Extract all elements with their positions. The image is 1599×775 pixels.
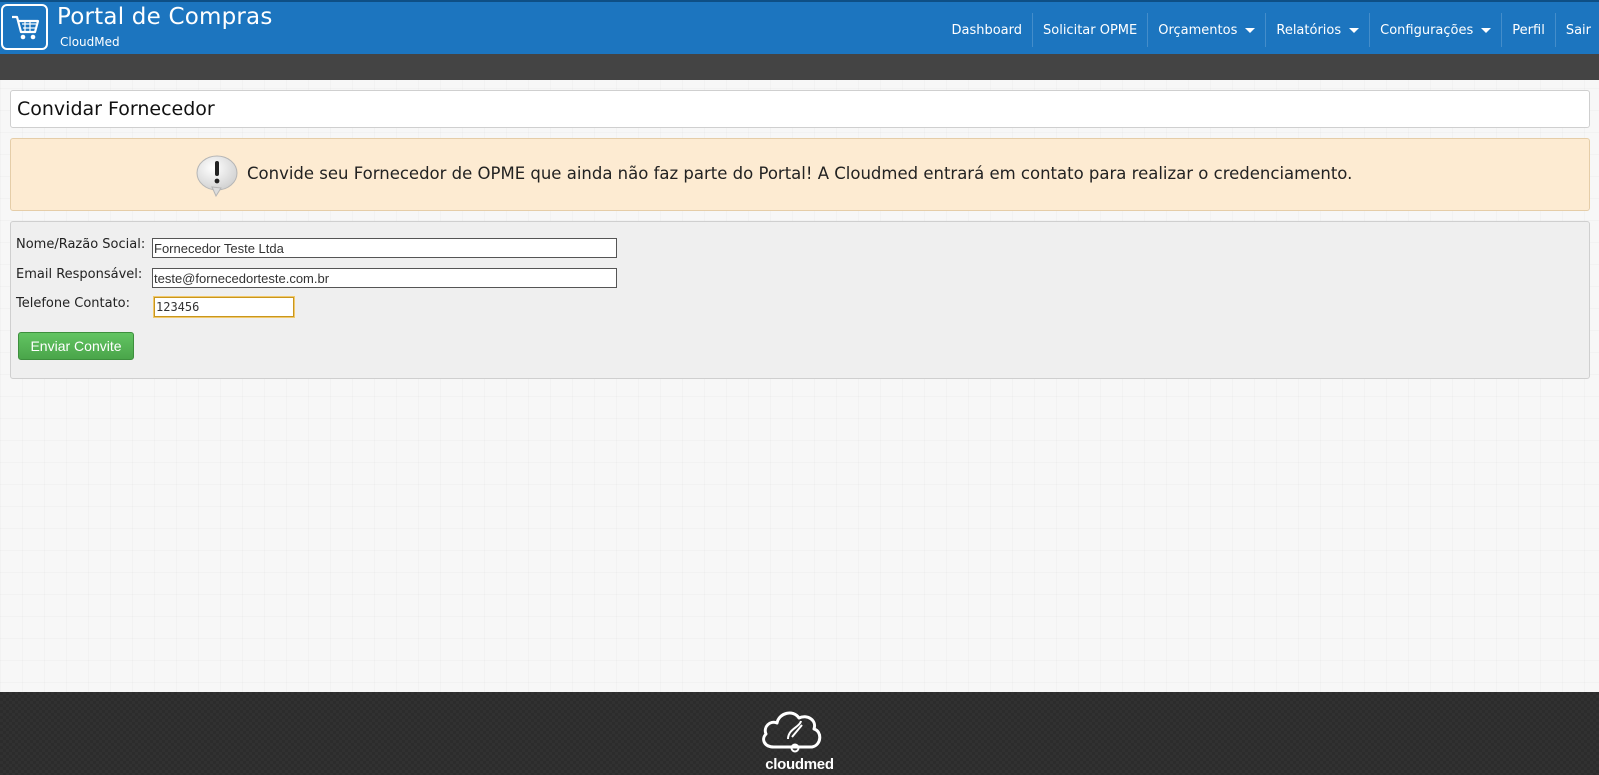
- chevron-down-icon: [1481, 27, 1492, 33]
- nav-solicitar-opme[interactable]: Solicitar OPME: [1033, 13, 1149, 47]
- nav-dashboard[interactable]: Dashboard: [941, 13, 1033, 47]
- nav-sair[interactable]: Sair: [1556, 13, 1599, 47]
- nav-perfil-label: Perfil: [1512, 22, 1545, 38]
- exclamation-bubble-icon: [194, 155, 240, 201]
- chevron-down-icon: [1349, 27, 1360, 33]
- phone-field[interactable]: [154, 297, 294, 317]
- nav-configuracoes-label: Configurações: [1380, 22, 1474, 38]
- nav-relatorios[interactable]: Relatórios: [1266, 13, 1371, 47]
- chevron-down-icon: [1245, 27, 1256, 33]
- app-subtitle: CloudMed: [60, 35, 120, 49]
- name-label: Nome/Razão Social:: [16, 237, 146, 252]
- info-alert: Convide seu Fornecedor de OPME que ainda…: [10, 138, 1590, 211]
- footer-brand: cloudmed: [765, 756, 834, 773]
- page-title-panel: Convidar Fornecedor: [10, 90, 1590, 128]
- phone-label: Telefone Contato:: [16, 296, 131, 311]
- shopping-cart-logo[interactable]: [1, 4, 48, 50]
- nav-solicitar-opme-label: Solicitar OPME: [1043, 22, 1138, 38]
- name-field[interactable]: [152, 238, 617, 258]
- top-header: Portal de Compras CloudMed Dashboard Sol…: [0, 0, 1599, 54]
- nav-orcamentos[interactable]: Orçamentos: [1148, 13, 1267, 47]
- cloud-stethoscope-logo-icon: [758, 707, 828, 759]
- send-invite-button[interactable]: Enviar Convite: [18, 332, 134, 360]
- page-title: Convidar Fornecedor: [17, 98, 215, 120]
- nav-perfil[interactable]: Perfil: [1502, 13, 1556, 47]
- shopping-cart-icon: [12, 15, 40, 40]
- nav-dashboard-label: Dashboard: [951, 22, 1022, 38]
- sub-navbar: [0, 54, 1599, 80]
- app-title: Portal de Compras: [57, 4, 273, 30]
- nav-sair-label: Sair: [1565, 22, 1591, 38]
- invite-form: Nome/Razão Social: Email Responsável: Te…: [10, 221, 1590, 379]
- alert-message: Convide seu Fornecedor de OPME que ainda…: [247, 164, 1353, 183]
- nav-orcamentos-label: Orçamentos: [1158, 22, 1238, 38]
- nav-configuracoes[interactable]: Configurações: [1370, 13, 1503, 47]
- email-field[interactable]: [152, 268, 617, 288]
- footer: cloudmed: [0, 692, 1599, 775]
- nav-relatorios-label: Relatórios: [1276, 22, 1342, 38]
- email-label: Email Responsável:: [16, 267, 143, 282]
- main-nav: Dashboard Solicitar OPME Orçamentos Rela…: [941, 12, 1599, 48]
